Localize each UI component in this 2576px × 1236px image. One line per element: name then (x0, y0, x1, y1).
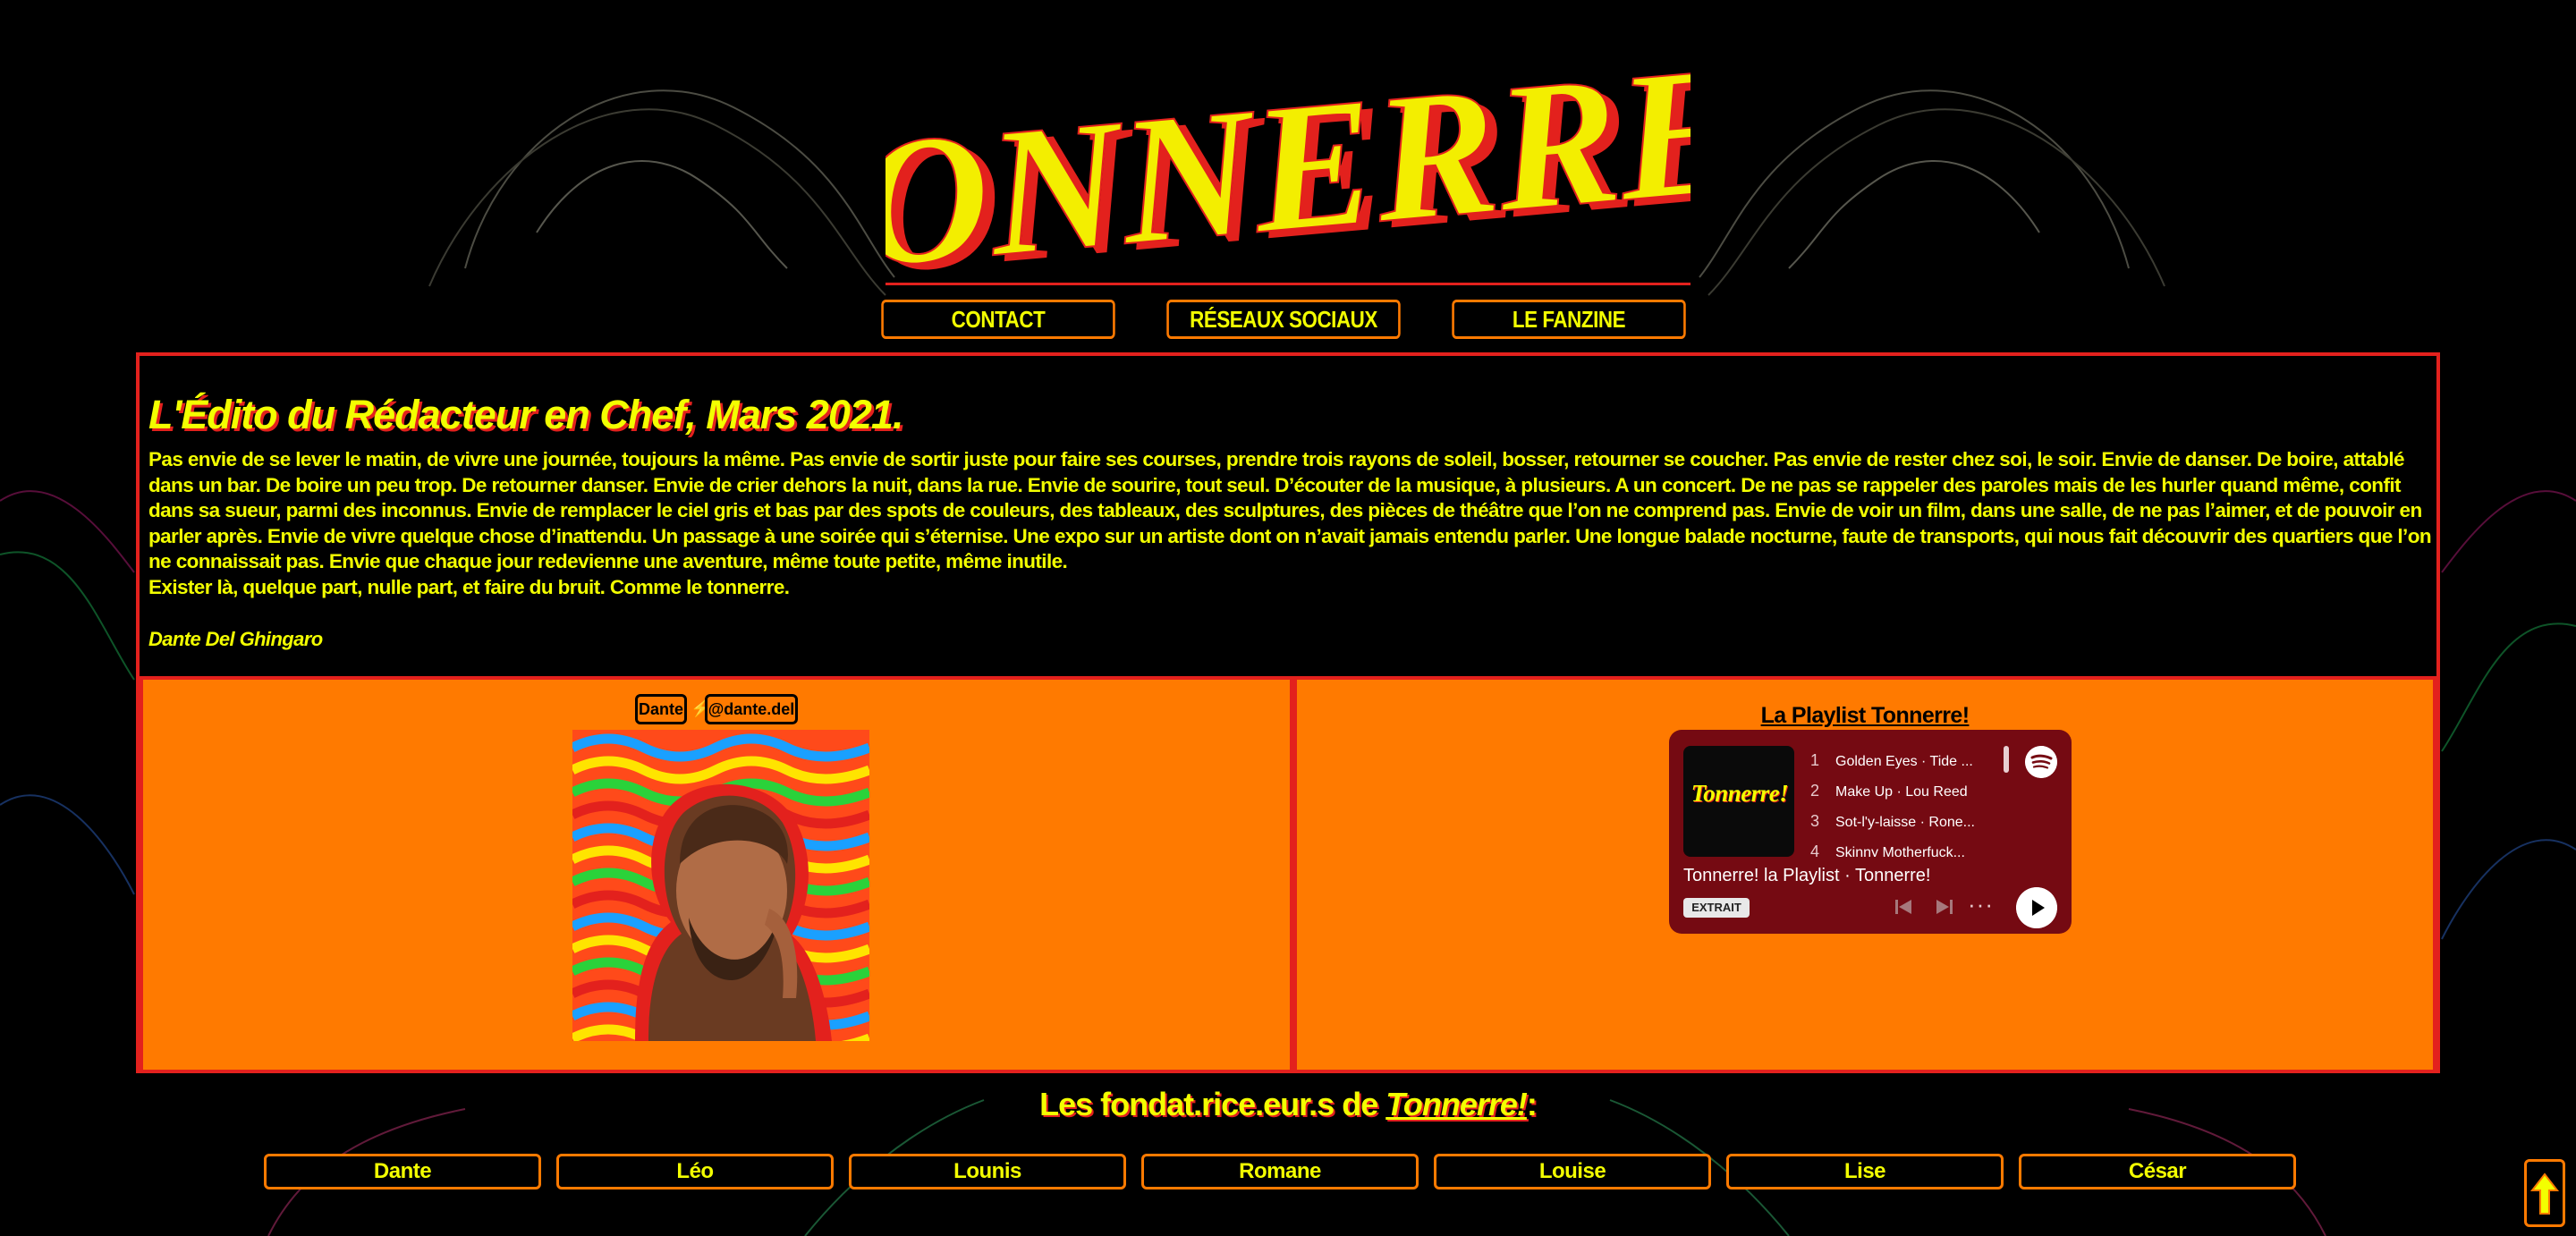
track-artist: Rone... (1928, 815, 1975, 830)
track-title: Sot-l'y-laisse (1835, 815, 1917, 830)
founder-button-leo[interactable]: Léo (556, 1154, 834, 1189)
play-icon[interactable] (2016, 887, 2057, 928)
nav-fanzine-button[interactable]: LE FANZINE (1452, 300, 1686, 339)
arrow-up-icon (2529, 1173, 2560, 1215)
author-panel: Dante ⚡ @dante.del (140, 676, 1293, 1073)
track-artist: Tide ... (1929, 754, 1973, 769)
edito-section: L'Édito du Rédacteur en Chef, Mars 2021.… (136, 352, 2440, 1073)
more-options-icon[interactable]: ··· (1968, 891, 1994, 919)
track-number: 1 (1810, 751, 1820, 769)
founders-heading-brand: Tonnerre! (1385, 1086, 1528, 1122)
track-row[interactable]: 4 Skinny Motherfuck... (1810, 842, 1965, 857)
playlist-cover[interactable]: Tonnerre! (1683, 746, 1794, 857)
back-to-top-button[interactable] (2524, 1159, 2565, 1227)
edito-paragraph: Exister là, quelque part, nulle part, et… (148, 575, 790, 598)
author-portrait (572, 730, 869, 1041)
edito-body: Pas envie de se lever le matin, de vivre… (148, 447, 2438, 600)
svg-text:TONNERRE!: TONNERRE! (886, 21, 1690, 284)
founders-heading: Les fondat.rice.eur.s de Tonnerre!: (0, 1086, 2576, 1123)
logo-wordmark: TONNERRE! TONNERRE! (886, 20, 1690, 284)
logo-underline (886, 283, 1690, 285)
track-row[interactable]: 1 Golden Eyes · Tide ... (1810, 751, 1973, 773)
founder-button-cesar[interactable]: César (2019, 1154, 2296, 1189)
author-name-tag[interactable]: Dante (635, 694, 687, 724)
founders-heading-suffix: : (1526, 1086, 1538, 1122)
playlist-title[interactable]: La Playlist Tonnerre! (1297, 703, 2433, 729)
founder-button-louise[interactable]: Louise (1434, 1154, 1711, 1189)
previous-track-icon[interactable] (1893, 896, 1914, 918)
edito-title: L'Édito du Rédacteur en Chef, Mars 2021. (148, 392, 903, 437)
playlist-name[interactable]: Tonnerre! la Playlist (1683, 866, 1840, 885)
cover-logo-text: Tonnerre! (1690, 780, 1789, 807)
preview-badge: EXTRAIT (1683, 898, 1750, 918)
spotify-icon[interactable] (2025, 746, 2057, 778)
spotify-embed[interactable]: Tonnerre! 1 Golden Eyes · Tide ... 2 Make … (1669, 730, 2072, 934)
playlist-name-line[interactable]: Tonnerre! la Playlist · Tonnerre! (1683, 866, 1930, 886)
track-number: 4 (1810, 842, 1820, 857)
founder-button-lise[interactable]: Lise (1726, 1154, 2004, 1189)
track-artist: Lou Reed (1905, 784, 1968, 800)
track-row[interactable]: 3 Sot-l'y-laisse · Rone... (1810, 812, 1975, 834)
track-number: 3 (1810, 812, 1820, 830)
tonnerre-logo[interactable]: TONNERRE! TONNERRE! (886, 11, 1690, 284)
track-title: Make Up (1835, 784, 1894, 800)
track-row[interactable]: 2 Make Up · Lou Reed (1810, 782, 1968, 803)
track-title: Skinny Motherfuck... (1835, 845, 1965, 857)
founder-button-romane[interactable]: Romane (1141, 1154, 1419, 1189)
founders-heading-prefix: Les fondat.rice.eur.s de (1039, 1086, 1386, 1122)
playlist-owner[interactable]: Tonnerre! (1855, 866, 1931, 885)
track-title: Golden Eyes (1835, 754, 1918, 769)
nav-social-button[interactable]: RÉSEAUX SOCIAUX (1166, 300, 1401, 339)
edito-signature: Dante Del Ghingaro (148, 628, 323, 650)
founder-button-lounis[interactable]: Lounis (849, 1154, 1126, 1189)
founder-button-dante[interactable]: Dante (264, 1154, 541, 1189)
track-number: 2 (1810, 782, 1820, 800)
author-handle-tag[interactable]: @dante.del (705, 694, 798, 724)
next-track-icon[interactable] (1934, 896, 1955, 918)
edito-paragraph: Pas envie de se lever le matin, de vivre… (148, 448, 2432, 572)
nav-contact-button[interactable]: CONTACT (881, 300, 1115, 339)
playlist-panel: La Playlist Tonnerre! Tonnerre! 1 Golden … (1293, 676, 2436, 1073)
tracklist-scrollbar[interactable] (2004, 746, 2009, 773)
